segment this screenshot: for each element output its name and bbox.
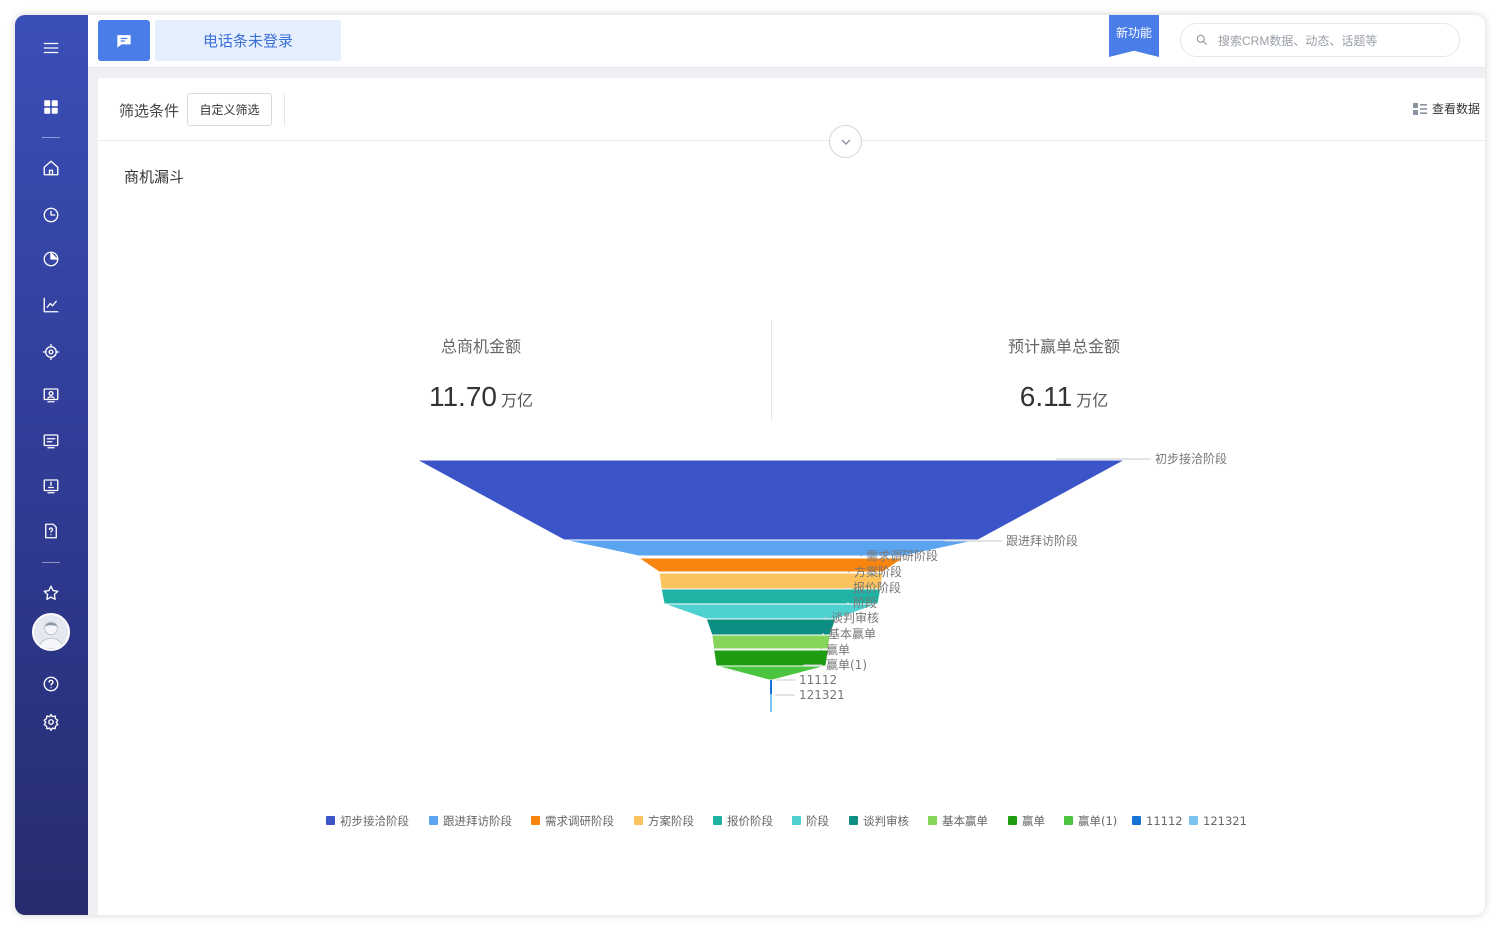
chat-icon	[117, 34, 131, 48]
phone-status-button[interactable]: 电话条未登录	[155, 20, 341, 61]
legend-item[interactable]: 需求调研阶段	[531, 814, 614, 828]
new-feature-badge[interactable]: 新功能	[1109, 15, 1159, 57]
legend-label: 初步接洽阶段	[340, 814, 409, 828]
legend-item[interactable]: 方案阶段	[634, 814, 694, 828]
line-chart-icon[interactable]	[39, 293, 63, 317]
pie-chart-icon[interactable]	[39, 247, 63, 271]
legend-item[interactable]: 报价阶段	[713, 814, 773, 828]
legend-swatch	[429, 816, 438, 825]
home-icon[interactable]	[39, 156, 63, 180]
legend-label: 基本赢单	[942, 814, 988, 828]
legend-item[interactable]: 121321	[1189, 814, 1247, 828]
legend-item[interactable]: 初步接洽阶段	[326, 814, 409, 828]
funnel-stage[interactable]	[705, 618, 837, 636]
legend-label: 跟进拜访阶段	[443, 814, 512, 828]
legend-swatch	[713, 816, 722, 825]
legend-label: 需求调研阶段	[545, 814, 614, 828]
legend-swatch	[531, 816, 540, 825]
search-input[interactable]: 搜索CRM数据、动态、话题等	[1180, 23, 1460, 57]
legend-item[interactable]: 基本赢单	[928, 814, 988, 828]
funnel-stage-label: 跟进拜访阶段	[1006, 533, 1078, 548]
funnel-stage-label: 赢单(1)	[826, 657, 867, 672]
sidebar-divider	[42, 137, 60, 138]
funnel-stage-label: 方案阶段	[854, 564, 902, 579]
clock-icon[interactable]	[39, 203, 63, 227]
legend-label: 赢单	[1022, 814, 1045, 828]
legend-swatch	[634, 816, 643, 825]
legend-item[interactable]: 赢单(1)	[1064, 814, 1117, 828]
help-document-icon[interactable]	[39, 519, 63, 543]
gear-icon[interactable]	[39, 710, 63, 734]
legend-swatch	[849, 816, 858, 825]
funnel-stage-label: 报价阶段	[853, 580, 901, 595]
monitor-user-icon[interactable]	[39, 474, 63, 498]
funnel-stage-label: 需求调研阶段	[866, 548, 938, 563]
funnel-stage[interactable]	[416, 459, 1126, 541]
legend-swatch	[1132, 816, 1141, 825]
top-bar: 电话条未登录 新功能 搜索CRM数据、动态、话题等	[88, 15, 1485, 68]
sidebar-divider	[42, 562, 60, 563]
apps-grid-icon[interactable]	[39, 95, 63, 119]
legend-swatch	[792, 816, 801, 825]
funnel-chart: 初步接洽阶段跟进拜访阶段需求调研阶段方案阶段报价阶段阶段谈判审核基本赢单赢单赢单…	[326, 451, 1247, 828]
funnel-stage-label: 121321	[799, 688, 845, 702]
funnel-stage[interactable]	[713, 649, 829, 667]
legend-label: 报价阶段	[727, 814, 773, 828]
search-placeholder: 搜索CRM数据、动态、话题等	[1218, 33, 1378, 48]
legend-label: 方案阶段	[648, 814, 694, 828]
funnel-stage-label: 11112	[799, 673, 837, 687]
document-screen-icon[interactable]	[39, 429, 63, 453]
chat-button[interactable]	[98, 20, 150, 61]
funnel-stage[interactable]	[658, 572, 884, 590]
legend-item[interactable]: 谈判审核	[849, 814, 909, 828]
legend-item[interactable]: 跟进拜访阶段	[429, 814, 512, 828]
funnel-stage[interactable]	[711, 634, 831, 650]
legend-label: 阶段	[806, 814, 829, 828]
legend-label: 赢单(1)	[1078, 814, 1117, 828]
funnel-stage-label: 初步接洽阶段	[1155, 451, 1227, 466]
sidebar	[15, 15, 88, 915]
app-window: 电话条未登录 新功能 搜索CRM数据、动态、话题等 筛选条件 自定义筛选 查看数…	[15, 15, 1485, 915]
avatar[interactable]	[32, 613, 70, 651]
star-icon[interactable]	[39, 581, 63, 605]
funnel-stage-label: 谈判审核	[831, 610, 879, 625]
menu-icon[interactable]	[39, 36, 63, 60]
legend-item[interactable]: 阶段	[792, 814, 829, 828]
legend-item[interactable]: 11112	[1132, 814, 1183, 828]
legend-label: 谈判审核	[863, 814, 909, 828]
legend-label: 11112	[1146, 814, 1183, 828]
legend-label: 121321	[1203, 814, 1247, 828]
target-icon[interactable]	[39, 340, 63, 364]
legend-swatch	[928, 816, 937, 825]
legend-swatch	[1189, 816, 1198, 825]
funnel-stage-label: 基本赢单	[828, 626, 876, 641]
main-content: 筛选条件 自定义筛选 查看数据 商机漏斗 总商机金额 11.70 万亿 预计赢单总…	[98, 78, 1485, 915]
legend-item[interactable]: 赢单	[1008, 814, 1045, 828]
legend-swatch	[1064, 816, 1073, 825]
funnel-stage-label: 阶段	[853, 595, 877, 610]
contact-board-icon[interactable]	[39, 383, 63, 407]
funnel-stage[interactable]	[660, 588, 882, 605]
legend-swatch	[1008, 816, 1017, 825]
funnel-stage-label: 赢单	[826, 642, 850, 657]
help-icon[interactable]	[39, 672, 63, 696]
legend-swatch	[326, 816, 335, 825]
search-icon	[1196, 34, 1208, 46]
